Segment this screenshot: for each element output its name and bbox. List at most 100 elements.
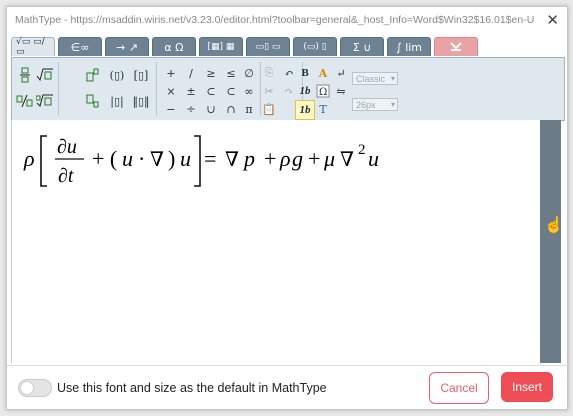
big-operators-tab-icon: Σ ∪ bbox=[352, 40, 372, 54]
chevron-down-icon: ▾ bbox=[390, 100, 395, 109]
square-brackets-icon[interactable]: [▯] bbox=[132, 66, 150, 84]
rho-2: ρ bbox=[279, 146, 291, 171]
empty-set-button[interactable]: ∅ bbox=[240, 64, 258, 82]
equals-sign: = bbox=[204, 146, 216, 171]
dot-operator: · bbox=[138, 146, 145, 171]
minus-button[interactable]: − bbox=[162, 100, 180, 118]
divide-button[interactable]: ÷ bbox=[182, 100, 200, 118]
arrows-tab-icon: → ↗ bbox=[116, 40, 138, 54]
bevelled-fraction-icon[interactable] bbox=[16, 92, 34, 110]
plus-minus-button[interactable]: ± bbox=[182, 82, 200, 100]
g-term: g bbox=[292, 146, 303, 171]
mathtype-dialog: MathType - https://msaddin.wiris.net/v3.… bbox=[6, 6, 568, 410]
toolbar-panel: (▯) [▯] |▯| ‖▯‖ + / ≥ ≤ × ± ⊂ ⊂ − ÷ ∪ ∩ … bbox=[11, 57, 565, 121]
hand-cursor-icon: ☝ bbox=[544, 217, 564, 234]
editor-scrollbar[interactable]: ☝ bbox=[540, 120, 564, 363]
tab-calculus[interactable]: ∫ lim bbox=[387, 37, 431, 56]
tab-arrows[interactable]: → ↗ bbox=[105, 37, 149, 56]
leq-button[interactable]: ≤ bbox=[222, 64, 240, 82]
general-tab-icon: √▭ ▭/▭ bbox=[16, 37, 45, 57]
paste-icon[interactable]: 📋 bbox=[260, 100, 278, 118]
formula-editor[interactable]: ρ ∂u ∂t + ( u · ∇ ) u = ∇ p + ρ g + μ ∇ … bbox=[11, 120, 542, 363]
chevron-down-icon: ▾ bbox=[390, 74, 395, 83]
nabla-1: ∇ bbox=[150, 147, 164, 171]
copy-icon[interactable]: ⎘ bbox=[260, 64, 278, 82]
formula-display: ρ ∂u ∂t + ( u · ∇ ) u = ∇ p + ρ g + μ ∇ … bbox=[23, 135, 379, 187]
scripts-tab-icon: ▭▯ ▭ bbox=[255, 42, 281, 52]
denominator: ∂t bbox=[58, 165, 74, 187]
svg-text:Ω: Ω bbox=[319, 87, 327, 98]
tab-brackets[interactable]: (▭) ▯ bbox=[293, 37, 337, 56]
title-bar: MathType - https://msaddin.wiris.net/v3.… bbox=[7, 7, 567, 33]
times-button[interactable]: × bbox=[162, 82, 180, 100]
plus-3: + bbox=[308, 146, 320, 171]
font-size-value: 26px bbox=[356, 99, 376, 110]
nabla-3: ∇ bbox=[340, 147, 354, 171]
geq-button[interactable]: ≥ bbox=[202, 64, 220, 82]
u-term-2: u bbox=[180, 146, 191, 171]
intersection-button[interactable]: ∩ bbox=[222, 100, 240, 118]
parentheses-icon[interactable]: (▯) bbox=[108, 66, 126, 84]
tab-matrices[interactable]: [▦] ▦ bbox=[199, 37, 243, 56]
nth-root-icon[interactable] bbox=[36, 92, 54, 110]
plus-2: + bbox=[264, 146, 276, 171]
infinity-button[interactable]: ∞ bbox=[240, 82, 258, 100]
cancel-button[interactable]: Cancel bbox=[429, 372, 489, 404]
tab-symbols[interactable]: ∈∞ bbox=[58, 37, 102, 56]
tab-scripts[interactable]: ▭▯ ▭ bbox=[246, 37, 290, 56]
square-root-icon[interactable] bbox=[36, 66, 54, 84]
font-style-select[interactable]: Classic ▾ bbox=[352, 72, 398, 85]
toggle-knob bbox=[20, 381, 34, 395]
toolbar-tabs: √▭ ▭/▭ ∈∞ → ↗ α Ω [▦] ▦ ▭▯ ▭ (▭) ▯ Σ ∪ ∫… bbox=[11, 37, 478, 57]
norm-icon[interactable]: ‖▯‖ bbox=[132, 92, 150, 110]
italic-toggle-icon[interactable]: 1b bbox=[295, 100, 315, 120]
symbols-tab-icon: ∈∞ bbox=[70, 40, 90, 54]
fraction-icon[interactable] bbox=[16, 66, 34, 84]
close-icon[interactable]: ✕ bbox=[546, 11, 559, 29]
omega-box-icon[interactable]: Ω bbox=[314, 82, 332, 100]
subset-button-2[interactable]: ⊂ bbox=[222, 82, 240, 100]
italic-number-icon[interactable]: 1b bbox=[296, 82, 314, 100]
mu-term: μ bbox=[323, 146, 335, 171]
rtl-icon[interactable]: ⇋ bbox=[332, 82, 350, 100]
u-term-1: u bbox=[122, 146, 133, 171]
linebreak-icon[interactable]: ↵ bbox=[332, 64, 350, 82]
window-title: MathType - https://msaddin.wiris.net/v3.… bbox=[15, 14, 535, 26]
right-paren: ) bbox=[168, 146, 175, 171]
cut-icon[interactable]: ✂ bbox=[260, 82, 278, 100]
tab-general[interactable]: √▭ ▭/▭ bbox=[11, 37, 55, 57]
text-cursor-icon[interactable]: T bbox=[314, 100, 332, 118]
pi-button[interactable]: π bbox=[240, 100, 258, 118]
calculus-tab-icon: ∫ lim bbox=[395, 40, 423, 54]
u-term-3: u bbox=[368, 146, 379, 171]
numerator: ∂u bbox=[57, 136, 77, 158]
slash-button[interactable]: / bbox=[182, 64, 200, 82]
subscript-icon[interactable] bbox=[84, 92, 102, 110]
subset-button[interactable]: ⊂ bbox=[202, 82, 220, 100]
right-bracket bbox=[194, 135, 201, 187]
insert-button[interactable]: Insert bbox=[501, 372, 553, 402]
default-font-toggle[interactable] bbox=[18, 379, 52, 397]
union-button[interactable]: ∪ bbox=[202, 100, 220, 118]
superscript-icon[interactable] bbox=[84, 66, 102, 84]
dialog-footer: Use this font and size as the default in… bbox=[7, 365, 567, 409]
tab-big-operators[interactable]: Σ ∪ bbox=[340, 37, 384, 56]
plus-button[interactable]: + bbox=[162, 64, 180, 82]
greek-tab-icon: α Ω bbox=[164, 40, 184, 54]
bold-icon[interactable]: B bbox=[296, 64, 314, 82]
matrices-tab-icon: [▦] ▦ bbox=[207, 42, 235, 52]
absolute-value-icon[interactable]: |▯| bbox=[108, 92, 126, 110]
rho-symbol: ρ bbox=[23, 146, 35, 171]
nabla-2: ∇ bbox=[225, 147, 239, 171]
default-font-label: Use this font and size as the default in… bbox=[57, 381, 327, 395]
chem-tab-icon bbox=[450, 42, 462, 51]
font-size-select[interactable]: 26px ▾ bbox=[352, 98, 398, 111]
text-color-icon[interactable]: A bbox=[314, 64, 332, 82]
font-style-value: Classic bbox=[356, 73, 386, 84]
plus-paren: + ( bbox=[92, 146, 117, 171]
brackets-tab-icon: (▭) ▯ bbox=[303, 42, 327, 52]
tab-chem[interactable] bbox=[434, 37, 478, 56]
tab-greek[interactable]: α Ω bbox=[152, 37, 196, 56]
left-bracket bbox=[40, 135, 47, 187]
p-term: p bbox=[242, 146, 255, 171]
